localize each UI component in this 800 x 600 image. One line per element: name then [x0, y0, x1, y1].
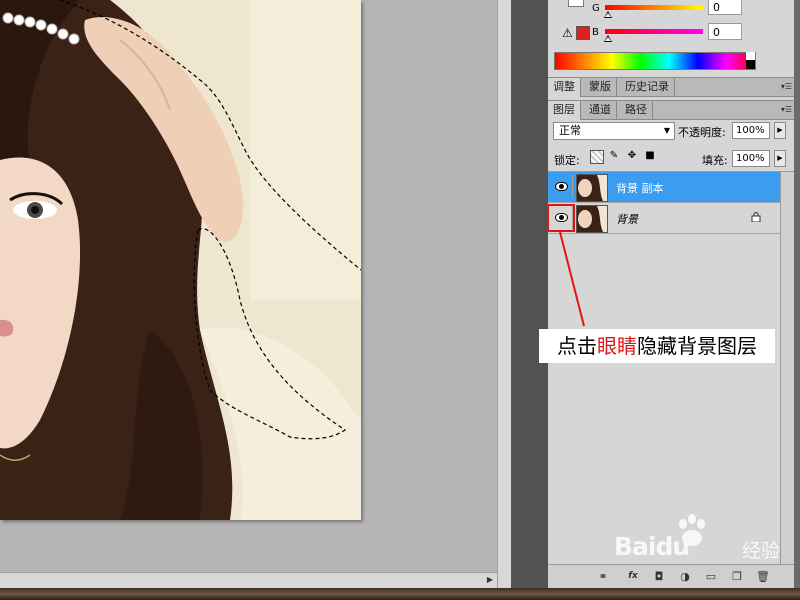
trash-icon[interactable]: 🗑 [756, 570, 770, 583]
fill-arrow-icon[interactable]: ▶ [774, 150, 786, 167]
group-icon[interactable]: ▭ [704, 570, 718, 583]
annotation-callout: 点击眼睛隐藏背景图层 [539, 329, 775, 363]
link-layers-icon[interactable]: ⚭ [596, 570, 610, 583]
blend-mode-value: 正常 [559, 124, 581, 137]
tab-layers[interactable]: 图层 [548, 101, 581, 120]
panel-menu-icon[interactable]: ▾☰ [781, 78, 792, 96]
tab-paths[interactable]: 路径 [620, 101, 653, 119]
layer-lock-icon [751, 212, 761, 222]
chevron-down-icon: ▼ [663, 126, 670, 135]
color-spectrum-bar[interactable] [554, 52, 756, 70]
b-channel-input[interactable]: 0 [708, 23, 742, 40]
layer-thumbnail [576, 205, 608, 233]
layer-row-background[interactable]: 背景 [548, 203, 780, 233]
baidu-watermark: Baidu 经验 [612, 514, 792, 562]
annotation-text-part3: 隐藏背景图层 [637, 334, 757, 358]
adjust-tabbar: 调整 蒙版 历史记录 ▾☰ [548, 77, 794, 97]
lock-brush-icon[interactable]: ✎ [608, 150, 620, 162]
document-canvas[interactable] [0, 0, 497, 572]
b-slider-thumb[interactable] [604, 35, 612, 42]
eye-icon[interactable] [555, 182, 568, 191]
annotation-text-highlight: 眼睛 [597, 334, 637, 358]
layers-tabbar: 图层 通道 路径 ▾☰ [548, 100, 794, 120]
g-channel-row: G 0 [548, 0, 794, 22]
warning-triangle-icon[interactable]: ⚠ [562, 26, 573, 40]
tab-channels[interactable]: 通道 [584, 101, 617, 119]
layers-footer: ⚭ fx ◘ ◑ ▭ ❐ 🗑 [548, 564, 794, 589]
photo-image[interactable] [0, 0, 361, 520]
canvas-vertical-scrollbar[interactable] [497, 0, 512, 588]
right-panels: G 0 ⚠ B 0 调整 蒙版 历史记录 ▾☰ 图层 通道 路径 ▾☰ 正常 ▼… [548, 0, 795, 589]
fill-label: 填充: [702, 154, 728, 167]
spectrum-black-white[interactable] [746, 52, 755, 69]
mask-icon[interactable]: ◘ [652, 570, 666, 583]
blend-mode-select[interactable]: 正常 ▼ [553, 122, 675, 140]
new-layer-icon[interactable]: ❐ [730, 570, 744, 583]
g-channel-slider[interactable] [605, 5, 703, 10]
tab-masks[interactable]: 蒙版 [584, 78, 617, 96]
b-channel-label: B [592, 27, 599, 38]
layers-scrollbar[interactable] [780, 172, 795, 564]
lock-all-icon[interactable]: ■ [644, 150, 656, 162]
color-swatch-red[interactable] [576, 26, 590, 40]
layer-name[interactable]: 背景 副本 [616, 180, 664, 196]
layer-thumbnail [576, 174, 608, 202]
taskbar-strip [0, 588, 800, 600]
layer-visibility-toggle[interactable] [550, 175, 573, 198]
b-channel-slider[interactable] [605, 29, 703, 34]
panel-menu-icon[interactable]: ▾☰ [781, 101, 792, 119]
panel-edge [794, 0, 800, 588]
fx-icon[interactable]: fx [626, 570, 640, 583]
b-channel-row: ⚠ B 0 [548, 23, 794, 46]
opacity-label: 不透明度: [678, 126, 726, 139]
lock-move-icon[interactable]: ✥ [626, 150, 638, 162]
fill-input[interactable]: 100% [732, 150, 770, 167]
opacity-input[interactable]: 100% [732, 122, 770, 139]
adjustment-icon[interactable]: ◑ [678, 570, 692, 583]
annotation-text-part1: 点击 [557, 334, 597, 358]
panel-gap [511, 0, 548, 588]
layer-name[interactable]: 背景 [616, 211, 638, 227]
opacity-arrow-icon[interactable]: ▶ [774, 122, 786, 139]
watermark-sub: 经验 [742, 540, 781, 562]
lock-label: 锁定: [554, 154, 580, 167]
watermark-text: Baidu [614, 532, 690, 561]
lock-transparent-icon[interactable] [590, 150, 604, 164]
g-channel-label: G [592, 3, 600, 14]
g-channel-input[interactable]: 0 [708, 0, 742, 15]
tab-history[interactable]: 历史记录 [620, 78, 675, 96]
tab-adjustments[interactable]: 调整 [548, 78, 581, 97]
canvas-horizontal-scrollbar[interactable]: ▶ [0, 572, 497, 589]
g-slider-thumb[interactable] [604, 11, 612, 18]
annotation-highlight-box [547, 204, 575, 232]
scroll-right-icon[interactable]: ▶ [484, 574, 496, 586]
layer-row-background-copy[interactable]: 背景 副本 [548, 172, 780, 202]
